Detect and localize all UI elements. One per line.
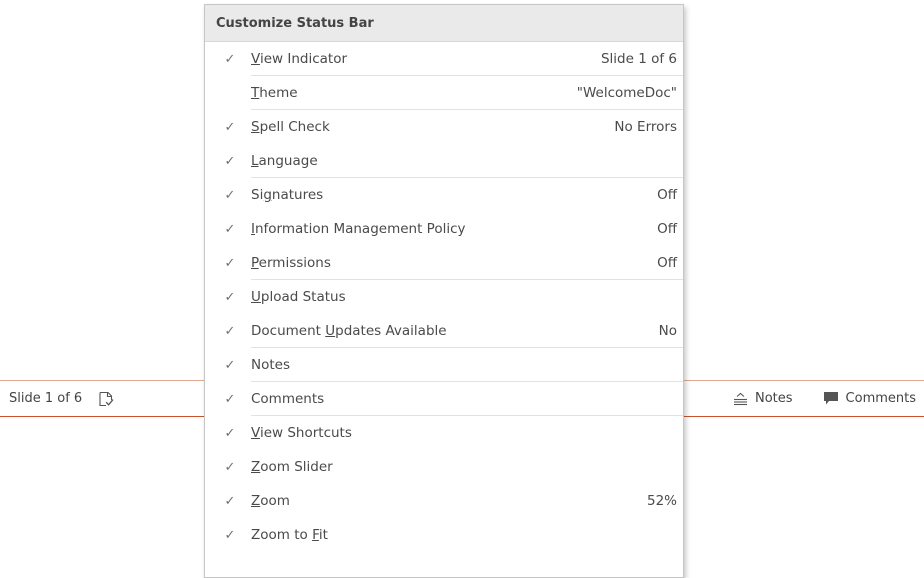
menu-item-label: Spell Check <box>251 119 330 135</box>
menu-item-value: Off <box>657 255 677 271</box>
spell-check-icon[interactable] <box>98 391 114 407</box>
menu-item-value: Off <box>657 187 677 203</box>
menu-item[interactable]: ✓ Language <box>205 144 683 178</box>
notes-button[interactable]: Notes <box>733 391 793 406</box>
menu-item-value: "WelcomeDoc" <box>576 85 677 101</box>
menu-item[interactable]: ✓ Upload Status <box>205 280 683 314</box>
checkmark-icon: ✓ <box>224 255 236 271</box>
checkmark-icon: ✓ <box>224 51 236 67</box>
menu-item-value: Slide 1 of 6 <box>600 51 677 67</box>
slide-indicator[interactable]: Slide 1 of 6 <box>9 391 82 406</box>
status-bar-right: Notes Comments <box>733 381 916 416</box>
menu-item[interactable]: ✓ Spell Check No Errors <box>205 110 683 144</box>
notes-icon <box>733 392 748 406</box>
comments-label: Comments <box>845 391 917 406</box>
notes-label: Notes <box>755 391 793 406</box>
customize-status-bar-menu: Customize Status Bar ✓ View Indicator Slid… <box>204 4 684 578</box>
menu-item-value: 52% <box>646 493 677 509</box>
menu-item-label: Document Updates Available <box>251 323 447 339</box>
menu-item-label: Comments <box>251 391 325 407</box>
menu-title: Customize Status Bar <box>205 5 683 42</box>
menu-item[interactable]: ✓ Zoom 52% <box>205 484 683 518</box>
checkmark-icon: ✓ <box>224 391 236 407</box>
checkmark-icon: ✓ <box>224 187 236 203</box>
menu-item[interactable]: ✓ Comments <box>205 382 683 416</box>
menu-item-label: Zoom to Fit <box>251 527 328 543</box>
checkmark-icon: ✓ <box>224 527 236 543</box>
menu-item-label: View Indicator <box>251 51 347 67</box>
menu-item[interactable]: ✓ Zoom Slider <box>205 450 683 484</box>
menu-item-label: Signatures <box>251 187 324 203</box>
menu-item-value: Off <box>657 221 677 237</box>
comments-icon <box>823 391 839 406</box>
menu-item-label: Upload Status <box>251 289 346 305</box>
menu-item[interactable]: ✓ Notes <box>205 348 683 382</box>
menu-item-label: Information Management Policy <box>251 221 466 237</box>
checkmark-icon: ✓ <box>224 119 236 135</box>
checkmark-icon: ✓ <box>224 289 236 305</box>
menu-item-label: Language <box>251 153 318 169</box>
comments-button[interactable]: Comments <box>823 391 916 406</box>
menu-item-value: No <box>658 323 677 339</box>
status-bar-left: Slide 1 of 6 <box>9 381 114 416</box>
menu-item-label: Permissions <box>251 255 331 271</box>
menu-item[interactable]: Theme "WelcomeDoc" <box>205 76 683 110</box>
checkmark-icon: ✓ <box>224 493 236 509</box>
checkmark-icon: ✓ <box>224 459 236 475</box>
menu-item[interactable]: ✓ View Indicator Slide 1 of 6 <box>205 42 683 76</box>
menu-item-label: Notes <box>251 357 290 373</box>
checkmark-icon: ✓ <box>224 357 236 373</box>
menu-item-label: Zoom Slider <box>251 459 333 475</box>
menu-item-label: Theme <box>251 85 298 101</box>
menu-item-value: No Errors <box>614 119 677 135</box>
checkmark-icon: ✓ <box>224 425 236 441</box>
checkmark-icon: ✓ <box>224 153 236 169</box>
menu-item[interactable]: ✓ Zoom to Fit <box>205 518 683 552</box>
checkmark-icon: ✓ <box>224 323 236 339</box>
menu-item[interactable]: ✓ Document Updates Available No <box>205 314 683 348</box>
menu-item-label: View Shortcuts <box>251 425 352 441</box>
menu-item-label: Zoom <box>251 493 290 509</box>
menu-item[interactable]: ✓ Signatures Off <box>205 178 683 212</box>
menu-item[interactable]: ✓ Permissions Off <box>205 246 683 280</box>
menu-item[interactable]: ✓ Information Management Policy Off <box>205 212 683 246</box>
menu-items: ✓ View Indicator Slide 1 of 6 Theme "Welcome… <box>205 42 683 552</box>
checkmark-icon: ✓ <box>224 221 236 237</box>
menu-item[interactable]: ✓ View Shortcuts <box>205 416 683 450</box>
